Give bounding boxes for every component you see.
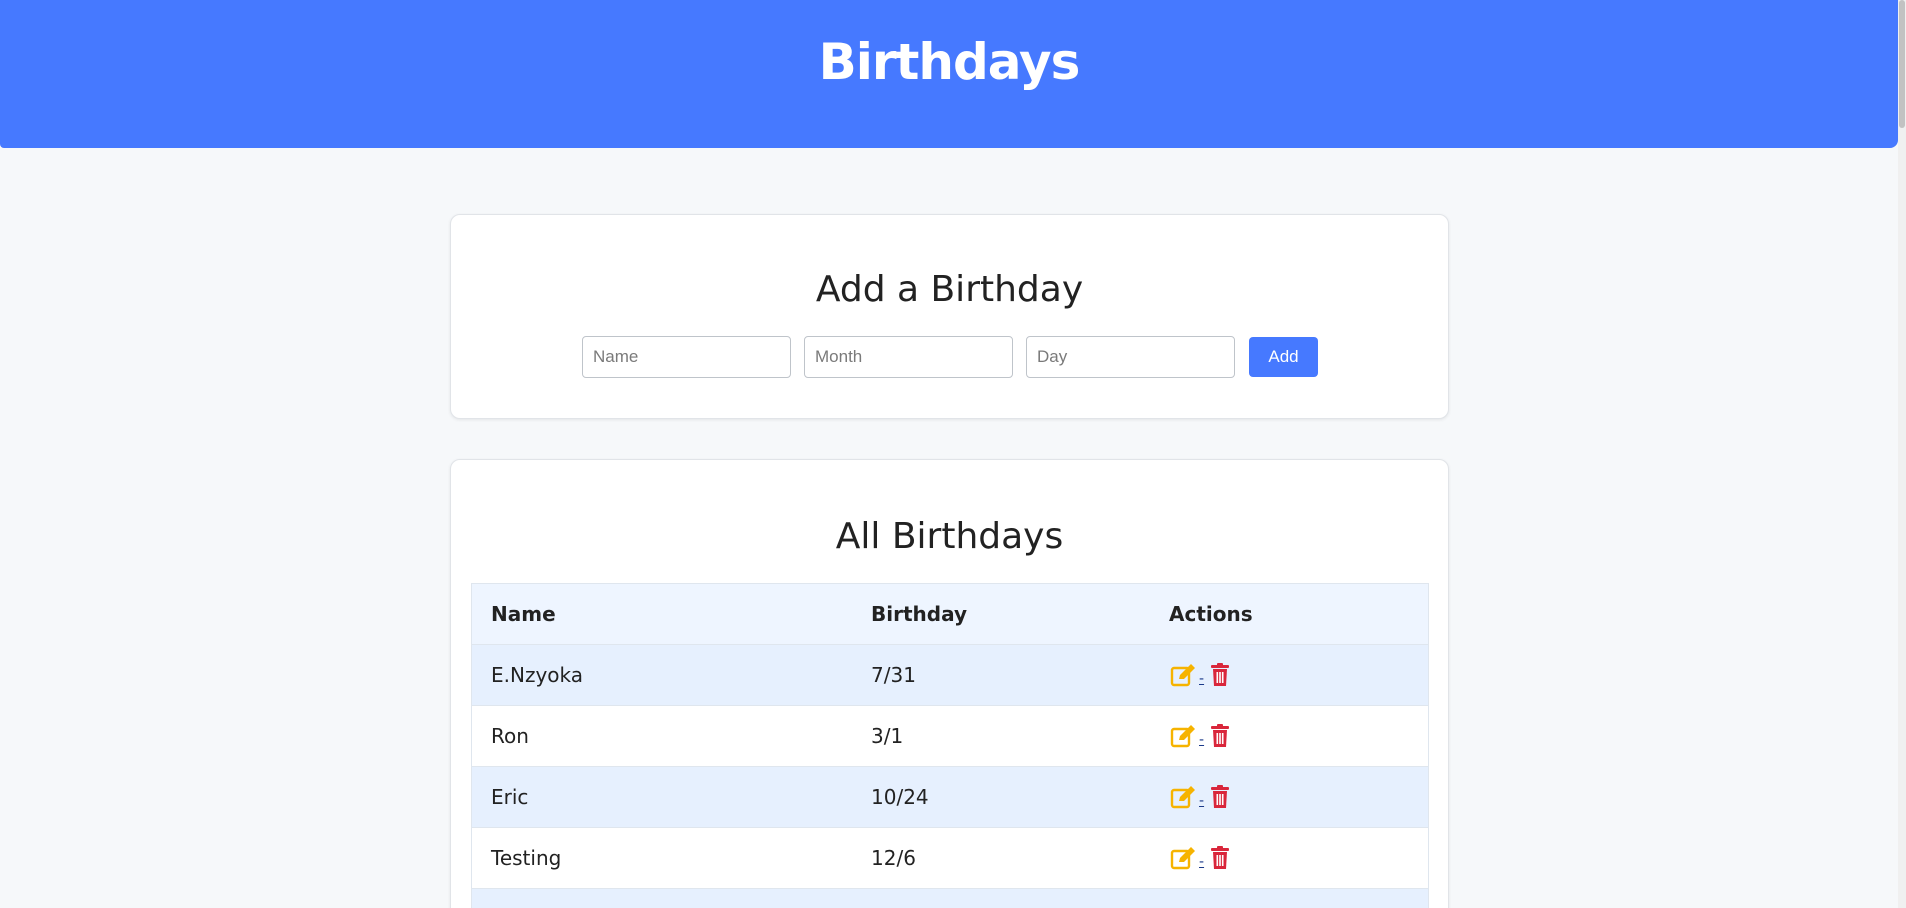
trash-icon[interactable] <box>1206 844 1234 872</box>
add-button[interactable]: Add <box>1249 337 1318 377</box>
column-header-name: Name <box>491 602 556 626</box>
scrollbar[interactable] <box>1898 0 1906 908</box>
table-row: Testing 12/6 - <box>472 828 1428 889</box>
month-input[interactable] <box>804 336 1013 378</box>
column-header-actions: Actions <box>1169 602 1253 626</box>
trash-icon[interactable] <box>1206 661 1234 689</box>
day-input[interactable] <box>1026 336 1235 378</box>
edit-icon[interactable] <box>1169 661 1197 689</box>
add-birthday-card: Add a Birthday Add <box>450 214 1449 419</box>
row-birthday: 10/24 <box>871 785 929 809</box>
table-row: Eric 10/24 - <box>472 767 1428 828</box>
row-name: Testing <box>491 846 562 870</box>
page-header: Birthdays <box>0 0 1898 148</box>
scrollbar-thumb[interactable] <box>1899 0 1905 128</box>
row-name: Ron <box>491 724 529 748</box>
row-birthday: 7/31 <box>871 663 916 687</box>
name-input[interactable] <box>582 336 791 378</box>
row-birthday: 3/1 <box>871 724 904 748</box>
column-header-birthday: Birthday <box>871 602 967 626</box>
add-birthday-title: Add a Birthday <box>815 269 1084 310</box>
row-birthday: 12/6 <box>871 846 916 870</box>
edit-icon[interactable] <box>1169 722 1197 750</box>
row-actions: - <box>1162 783 1428 811</box>
table-row-partial <box>472 889 1428 908</box>
page-title: Birthdays <box>818 33 1081 91</box>
birthdays-table: Name Birthday Actions E.Nzyoka 7/31 - Ro… <box>471 583 1429 908</box>
all-birthdays-title: All Birthdays <box>835 516 1064 557</box>
row-name: E.Nzyoka <box>491 663 584 687</box>
edit-icon[interactable] <box>1169 844 1197 872</box>
row-actions: - <box>1162 844 1428 872</box>
table-row: E.Nzyoka 7/31 - <box>472 645 1428 706</box>
trash-icon[interactable] <box>1206 783 1234 811</box>
table-header-row: Name Birthday Actions <box>472 584 1428 645</box>
table-row: Ron 3/1 - <box>472 706 1428 767</box>
action-separator: - <box>1199 854 1205 870</box>
all-birthdays-card: All Birthdays Name Birthday Actions E.Nz… <box>450 459 1449 908</box>
edit-icon[interactable] <box>1169 783 1197 811</box>
add-birthday-form: Add <box>582 336 1318 378</box>
action-separator: - <box>1199 793 1205 809</box>
row-name: Eric <box>491 785 529 809</box>
action-separator: - <box>1199 732 1205 748</box>
trash-icon[interactable] <box>1206 722 1234 750</box>
row-actions: - <box>1162 661 1428 689</box>
action-separator: - <box>1199 671 1205 687</box>
row-actions: - <box>1162 722 1428 750</box>
